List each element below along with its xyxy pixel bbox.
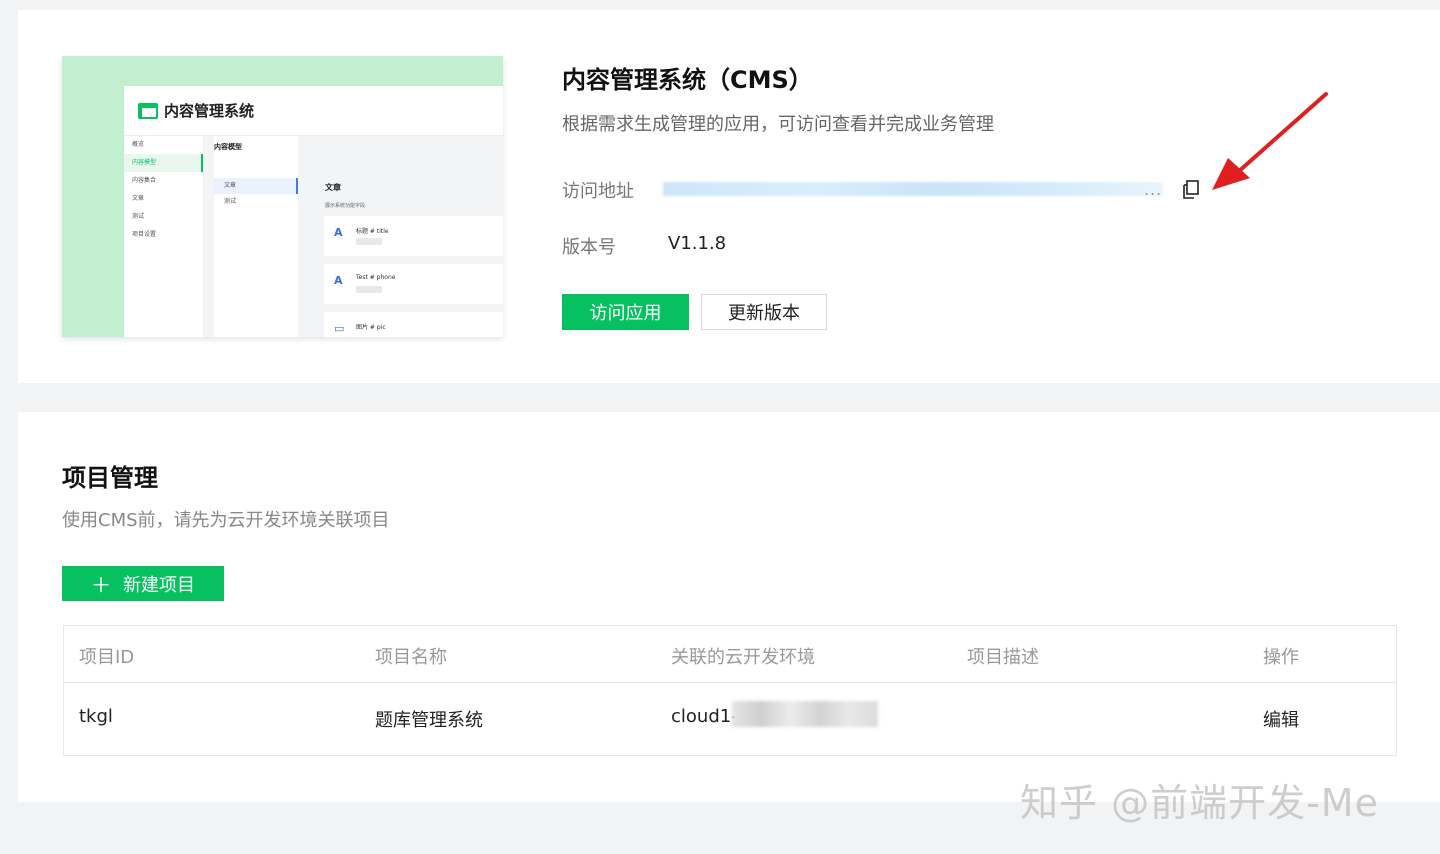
edit-link[interactable]: 编辑 (1263, 706, 1299, 732)
table-row: tkgl 题库管理系统 cloud1- 编辑 (64, 683, 1396, 755)
column-header: 项目名称 (375, 647, 447, 668)
project-name: 题库管理系统 (375, 710, 483, 731)
table-header: 项目ID 项目名称 关联的云开发环境 项目描述 操作 (64, 626, 1396, 683)
preview-field-row: ▭ 图片 # pic (324, 312, 503, 337)
preview-sidebar-item: 文章 (132, 195, 145, 202)
preview-window: 内容管理系统 概览 内容模型 内容集合 文章 测试 项目设置 内容模型 文章 测… (124, 86, 503, 337)
new-project-button[interactable]: ＋ 新建项目 (62, 566, 224, 601)
version-value: V1.1.8 (668, 233, 727, 254)
annotation-arrow (1212, 92, 1328, 190)
preview-header: 内容管理系统 (124, 86, 503, 136)
preview-model-list: 内容模型 文章 测试 (214, 136, 298, 337)
section-description: 使用CMS前，请先为云开发环境关联项目 (62, 510, 390, 531)
preview-toggle-label: 展示系统功能字段 (325, 203, 366, 209)
folder-icon (138, 102, 158, 119)
app-description: 根据需求生成管理的应用，可访问查看并完成业务管理 (562, 114, 994, 135)
preview-sidebar-item: 测试 (132, 213, 145, 220)
preview-sidebar-item: 内容集合 (132, 177, 157, 184)
preview-model-item: 测试 (224, 198, 237, 205)
preview-sidebar-item: 内容模型 (124, 154, 203, 172)
project-card: 项目管理 使用CMS前，请先为云开发环境关联项目 ＋ 新建项目 项目ID 项目名… (18, 412, 1440, 802)
field-type-tag (356, 286, 382, 293)
preview-model-item: 文章 (214, 178, 298, 194)
preview-sidebar-item: 项目设置 (132, 231, 157, 238)
preview-field-row: A 标题 # title (324, 216, 503, 256)
url-ellipsis: ... (1144, 180, 1163, 199)
preview-sidebar-item: 概览 (132, 141, 145, 148)
text-field-icon: A (334, 226, 343, 239)
preview-fields: 文章 展示系统功能字段 A 标题 # title A Test # phone … (320, 176, 503, 337)
project-table: 项目ID 项目名称 关联的云开发环境 项目描述 操作 tkgl 题库管理系统 c… (63, 625, 1397, 756)
new-project-label: 新建项目 (123, 574, 195, 596)
url-value-redacted (663, 182, 1163, 196)
visit-app-button[interactable]: 访问应用 (562, 294, 689, 330)
column-header: 项目描述 (967, 647, 1039, 668)
column-header: 项目ID (79, 647, 135, 668)
section-title: 项目管理 (62, 464, 158, 492)
app-preview-image: 内容管理系统 概览 内容模型 内容集合 文章 测试 项目设置 内容模型 文章 测… (62, 56, 503, 337)
preview-field-row: A Test # phone (324, 264, 503, 304)
project-id: tkgl (79, 706, 113, 727)
preview-title: 内容管理系统 (164, 102, 255, 120)
app-card: 内容管理系统 概览 内容模型 内容集合 文章 测试 项目设置 内容模型 文章 测… (18, 10, 1440, 383)
preview-model-heading: 内容模型 (214, 143, 242, 151)
preview-sidebar: 概览 内容模型 内容集合 文章 测试 项目设置 (124, 136, 204, 337)
column-header: 关联的云开发环境 (671, 647, 815, 668)
column-header: 操作 (1263, 647, 1299, 668)
preview-content-heading: 文章 (325, 183, 341, 192)
plus-icon: ＋ (91, 573, 111, 597)
app-title: 内容管理系统（CMS） (562, 66, 813, 94)
env-id-redacted (732, 701, 878, 727)
watermark: 知乎 @前端开发-Me (1020, 781, 1379, 825)
version-label: 版本号 (562, 237, 616, 258)
project-env: cloud1- (671, 706, 738, 727)
url-label: 访问地址 (562, 181, 634, 202)
field-type-tag (356, 238, 382, 245)
update-version-button[interactable]: 更新版本 (701, 294, 827, 330)
text-field-icon: A (334, 274, 343, 287)
image-field-icon: ▭ (334, 322, 345, 335)
